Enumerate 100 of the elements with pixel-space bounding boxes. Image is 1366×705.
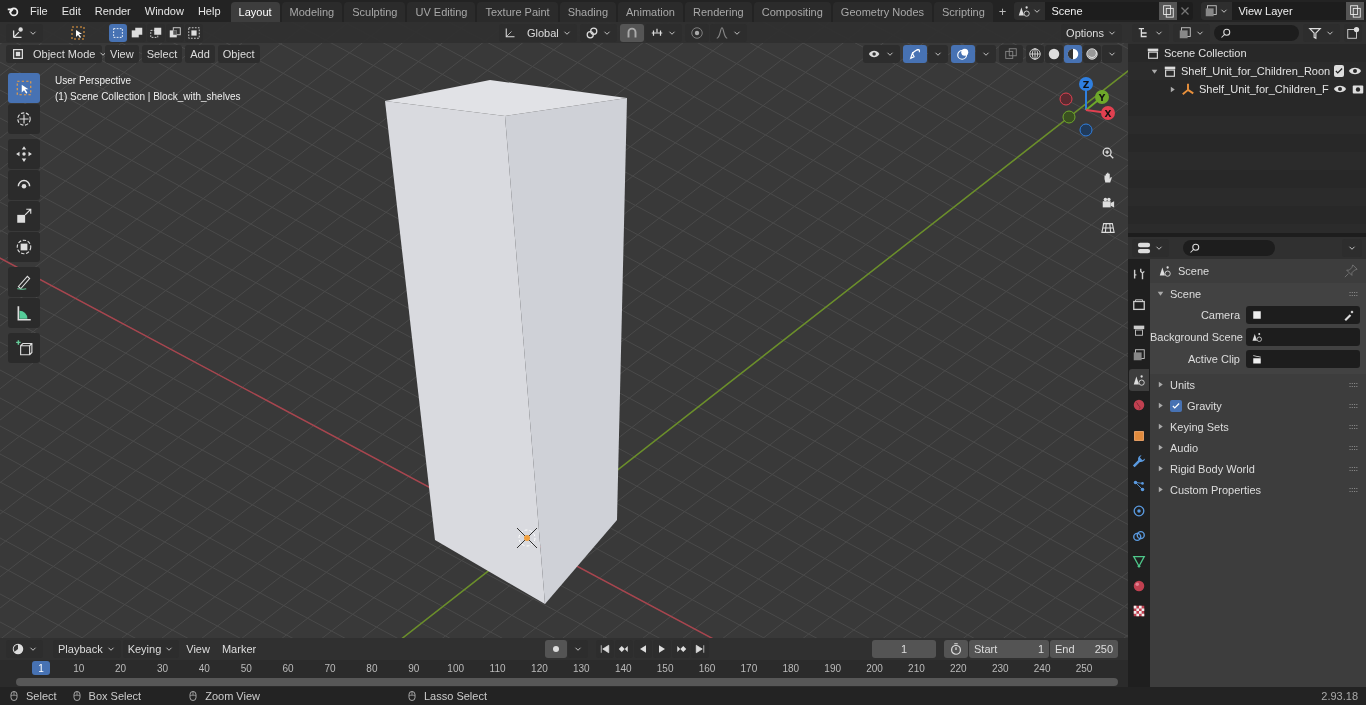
data-field[interactable]: [1246, 306, 1360, 324]
end-frame-field[interactable]: End 250: [1050, 640, 1118, 658]
panel-title[interactable]: Keying Sets: [1170, 420, 1343, 433]
disclosure-triangle-icon[interactable]: [1156, 422, 1165, 431]
data-field[interactable]: [1246, 328, 1360, 346]
frame-number: 40: [198, 663, 210, 674]
selection-mode-button[interactable]: [147, 23, 165, 42]
disclosure-triangle-icon[interactable]: [1168, 84, 1177, 94]
add-workspace-button[interactable]: +: [994, 3, 1011, 19]
exclude-checkbox[interactable]: [1334, 65, 1345, 77]
menu-button[interactable]: Marker: [216, 640, 262, 658]
selection-mode-button[interactable]: [109, 23, 127, 42]
data-field[interactable]: [1246, 350, 1360, 368]
workspace-tab[interactable]: Modeling: [281, 2, 343, 22]
pivot-dropdown[interactable]: [579, 23, 617, 42]
menu-button[interactable]: Add: [185, 44, 215, 63]
shading-mode-button[interactable]: [1064, 44, 1082, 63]
orientation-dropdown[interactable]: Global: [499, 23, 577, 42]
panel-title[interactable]: Audio: [1170, 441, 1343, 454]
workspace-tab[interactable]: UV Editing: [407, 2, 476, 22]
snap-dropdown[interactable]: [644, 23, 682, 42]
properties-tab[interactable]: [1129, 369, 1149, 391]
shading-mode-button[interactable]: [1045, 44, 1063, 63]
tool-button[interactable]: [8, 139, 40, 169]
scene-selector[interactable]: Scene: [1014, 2, 1194, 20]
tool-button[interactable]: [8, 104, 40, 134]
workspace-tab[interactable]: Rendering: [684, 2, 752, 22]
menu-button[interactable]: Object: [217, 44, 260, 63]
menu-button[interactable]: Select: [141, 44, 183, 63]
menu-button[interactable]: View: [105, 44, 139, 63]
disclosure-triangle-icon[interactable]: [1156, 464, 1165, 473]
outliner-item[interactable]: Scene Collection: [1164, 47, 1360, 59]
visibility-dropdown[interactable]: [863, 44, 900, 63]
tool-button[interactable]: [8, 170, 40, 200]
checkbox[interactable]: [1170, 399, 1182, 412]
outliner-item[interactable]: Shelf_Unit_for_Children_F: [1199, 83, 1329, 95]
panel-title[interactable]: Gravity: [1187, 399, 1343, 412]
menu-item[interactable]: Window: [138, 5, 190, 17]
workspace-tab[interactable]: Layout: [230, 2, 280, 22]
shading-mode-button[interactable]: [1026, 44, 1044, 63]
selection-mode-button[interactable]: [128, 23, 146, 42]
tool-button[interactable]: [8, 298, 40, 328]
viewport-toggle[interactable]: [951, 44, 975, 63]
options-dropdown[interactable]: Options: [1061, 23, 1122, 42]
selection-mode-button[interactable]: [166, 23, 184, 42]
toggle-options-dropdown[interactable]: [928, 44, 948, 63]
menu-button[interactable]: View: [181, 640, 215, 658]
new-collection-button[interactable]: [1344, 24, 1362, 42]
panel-title[interactable]: Rigid Body World: [1170, 462, 1343, 475]
selection-mode-button[interactable]: [185, 23, 203, 42]
grid-icon: [1101, 220, 1115, 235]
preview-range-toggle[interactable]: [944, 640, 968, 658]
current-frame-field[interactable]: 1: [872, 640, 936, 658]
current-frame-marker[interactable]: 1: [32, 661, 50, 675]
tool-button[interactable]: [8, 201, 40, 231]
outliner-item[interactable]: Shelf_Unit_for_Children_Roon: [1181, 65, 1331, 77]
copy-icon[interactable]: [1348, 4, 1363, 18]
mouse-icon: [8, 690, 20, 702]
eyedropper-icon[interactable]: [1343, 309, 1355, 321]
frame-number: 240: [1033, 663, 1051, 674]
search-field[interactable]: [1183, 240, 1275, 256]
tool-button[interactable]: [8, 232, 40, 262]
search-field[interactable]: [1214, 25, 1299, 41]
axis-gizmo-drawing[interactable]: [1059, 77, 1115, 137]
menu-item[interactable]: Render: [88, 5, 137, 17]
disclosure-triangle-icon[interactable]: [1156, 443, 1165, 452]
copy-icon[interactable]: [1161, 4, 1176, 18]
menu-dropdown[interactable]: Keying: [122, 640, 180, 658]
workspace-tab[interactable]: Compositing: [753, 2, 831, 22]
workspace-tab[interactable]: Shading: [559, 2, 617, 22]
timeline-scrollbar[interactable]: [16, 678, 1118, 686]
workspace-tab[interactable]: Geometry Nodes: [832, 2, 932, 22]
frame-number: 170: [740, 663, 758, 674]
panel-title[interactable]: Units: [1170, 378, 1343, 391]
frame-number: 210: [908, 663, 925, 674]
viewport-toggle[interactable]: [903, 44, 927, 63]
snap-toggle[interactable]: [619, 23, 644, 42]
auto-keying-toggle[interactable]: [545, 640, 568, 658]
disclosure-triangle-icon[interactable]: [1156, 485, 1165, 494]
mode-dropdown[interactable]: Object Mode: [6, 44, 102, 63]
disclosure-triangle-icon[interactable]: [1156, 401, 1165, 410]
start-frame-field[interactable]: Start 1: [969, 640, 1049, 658]
disclosure-triangle-icon[interactable]: [1156, 289, 1165, 298]
panel-title[interactable]: Custom Properties: [1170, 483, 1343, 496]
viewport-toggle[interactable]: [999, 44, 1023, 63]
tool-button[interactable]: [8, 267, 40, 297]
workspace-tab[interactable]: Sculpting: [344, 2, 406, 22]
toggle-options-dropdown[interactable]: [976, 44, 996, 63]
workspace-tab[interactable]: Animation: [618, 2, 683, 22]
workspace-tab[interactable]: Texture Paint: [477, 2, 558, 22]
menu-dropdown[interactable]: Playback: [53, 640, 121, 658]
disclosure-triangle-icon[interactable]: [1156, 380, 1165, 389]
triangle-mesh-icon: [1132, 554, 1146, 568]
view-layer-selector[interactable]: View Layer: [1201, 2, 1366, 20]
tool-button[interactable]: [8, 333, 40, 363]
workspace-tab[interactable]: Scripting: [934, 2, 993, 22]
menu-item[interactable]: Help: [191, 5, 227, 17]
shading-mode-button[interactable]: [1083, 44, 1101, 63]
menu-item[interactable]: Edit: [55, 5, 87, 17]
menu-item[interactable]: File: [24, 5, 54, 17]
